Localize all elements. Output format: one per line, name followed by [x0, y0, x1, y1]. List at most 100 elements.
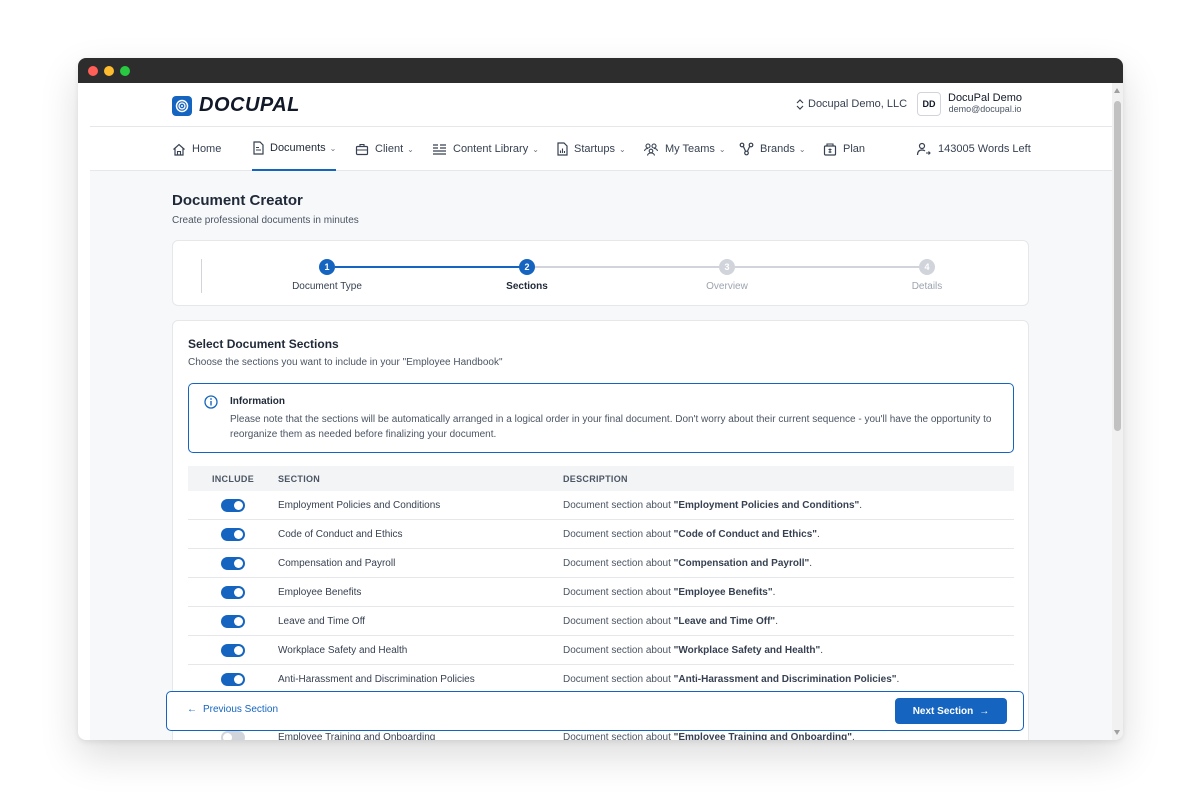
include-toggle[interactable] — [221, 527, 245, 541]
table-row: Employee Benefits Document section about … — [188, 578, 1014, 607]
include-toggle[interactable] — [221, 556, 245, 570]
section-name: Employee Training and Onboarding — [278, 731, 436, 741]
top-bar: DOCUPAL Docupal Demo, LLC DD DocuPal Dem… — [90, 83, 1112, 127]
user-name: DocuPal Demo — [948, 92, 1022, 104]
include-toggle[interactable] — [221, 614, 245, 628]
description-prefix: Document section about — [563, 528, 674, 540]
sections-subtitle: Choose the sections you want to include … — [188, 357, 503, 368]
nav-my-teams-label: My Teams — [665, 143, 715, 155]
nav-my-teams[interactable]: My Teams ⌄ — [643, 127, 726, 171]
close-window-button[interactable] — [88, 65, 98, 76]
section-name: Code of Conduct and Ethics — [278, 528, 403, 540]
organization-switcher[interactable]: Docupal Demo, LLC — [796, 98, 907, 110]
description-prefix: Document section about — [563, 557, 674, 569]
team-icon — [643, 142, 659, 156]
section-description: Document section about "Employee Trainin… — [563, 732, 1014, 741]
toggle-knob — [234, 674, 243, 684]
nav-startups-label: Startups — [574, 143, 615, 155]
stepper-divider — [201, 259, 202, 293]
section-name: Leave and Time Off — [278, 615, 366, 627]
section-name: Employment Policies and Conditions — [278, 499, 441, 511]
description-section-name: "Leave and Time Off" — [673, 615, 776, 627]
include-toggle[interactable] — [221, 643, 245, 657]
section-description: Document section about "Employment Polic… — [563, 499, 863, 511]
scrollbar-thumb[interactable] — [1114, 101, 1121, 431]
home-icon — [173, 143, 185, 156]
toggle-knob — [234, 645, 243, 655]
window-titlebar — [78, 58, 1123, 83]
toggle-knob — [234, 529, 243, 539]
step-1-label: Document Type — [292, 281, 362, 292]
logo[interactable]: DOCUPAL — [172, 94, 300, 117]
step-4-label: Details — [911, 281, 943, 292]
toggle-knob — [234, 500, 243, 510]
description-section-name: "Compensation and Payroll" — [673, 557, 810, 569]
nav-content-library[interactable]: Content Library ⌄ — [432, 127, 539, 171]
previous-section-button[interactable]: ← Previous Section — [187, 704, 278, 715]
include-toggle[interactable] — [221, 730, 245, 740]
information-text: Please note that the sections will be au… — [230, 414, 992, 440]
page-scrollbar[interactable] — [1112, 83, 1123, 740]
chevron-down-icon: ⌄ — [718, 144, 726, 154]
step-1-circle[interactable]: 1 — [319, 259, 335, 275]
step-connector-1 — [335, 266, 527, 268]
column-include: INCLUDE — [211, 473, 255, 484]
include-toggle[interactable] — [221, 672, 245, 686]
nav-brands-label: Brands — [760, 143, 795, 155]
user-info[interactable]: DocuPal Demo demo@docupal.io — [948, 92, 1022, 114]
table-row: Leave and Time Off Document section about… — [188, 607, 1014, 636]
chevron-down-icon: ⌄ — [329, 143, 337, 153]
scroll-down-icon[interactable] — [1114, 730, 1120, 735]
next-section-label: Next Section — [912, 705, 974, 717]
chevron-down-icon: ⌄ — [532, 144, 539, 154]
table-row: Code of Conduct and Ethics Document secti… — [188, 520, 1014, 549]
include-cell — [188, 527, 278, 541]
minimize-window-button[interactable] — [104, 65, 114, 76]
nav-client-label: Client — [375, 143, 404, 155]
include-toggle[interactable] — [221, 585, 245, 599]
nav-documents-label: Documents — [270, 142, 326, 154]
section-description: Document section about "Code of Conduct … — [563, 528, 820, 540]
step-2-circle[interactable]: 2 — [519, 259, 535, 275]
column-section: SECTION — [278, 473, 321, 484]
nav-documents[interactable]: Documents ⌄ — [252, 127, 337, 171]
file-chart-icon — [557, 142, 568, 156]
words-left-text: 143005 Words Left — [938, 143, 1031, 155]
plan-icon — [823, 143, 837, 156]
nav-startups[interactable]: Startups ⌄ — [556, 127, 626, 171]
nav-client[interactable]: Client ⌄ — [355, 127, 414, 171]
description-prefix: Document section about — [563, 673, 674, 685]
description-prefix: Document section about — [563, 615, 674, 627]
next-section-button[interactable]: Next Section → — [895, 698, 1007, 724]
section-description: Document section about "Employee Benefit… — [563, 586, 776, 598]
include-toggle[interactable] — [221, 498, 245, 512]
arrow-right-icon: → — [979, 705, 990, 717]
main-nav: Home Documents ⌄ Client ⌄ Content Librar… — [90, 127, 1112, 171]
progress-stepper: 1 Document Type 2 Sections 3 Overview 4 … — [172, 240, 1029, 306]
section-description: Document section about "Leave and Time O… — [563, 615, 778, 627]
description-section-name: "Code of Conduct and Ethics" — [673, 528, 817, 540]
user-email: demo@docupal.io — [948, 104, 1022, 114]
maximize-window-button[interactable] — [120, 65, 130, 76]
nav-content-library-label: Content Library — [453, 143, 529, 155]
nav-brands[interactable]: Brands ⌄ — [739, 127, 806, 171]
nav-plan[interactable]: Plan — [823, 127, 865, 171]
description-section-name: "Employment Policies and Conditions" — [673, 499, 860, 511]
section-name: Workplace Safety and Health — [278, 644, 408, 656]
arrow-left-icon: ← — [187, 704, 197, 715]
brand-icon — [739, 142, 754, 156]
nav-home[interactable]: Home — [172, 127, 221, 171]
chevron-down-icon: ⌄ — [407, 144, 414, 154]
step-connector-2 — [535, 266, 727, 268]
table-header: INCLUDE SECTION DESCRIPTION — [188, 466, 1014, 491]
page-title: Document Creator — [172, 192, 303, 209]
sort-arrows-icon — [796, 98, 804, 110]
words-left-counter: 143005 Words Left — [916, 127, 1031, 171]
scroll-up-icon[interactable] — [1114, 88, 1120, 93]
column-description: DESCRIPTION — [563, 473, 628, 484]
user-avatar[interactable]: DD — [917, 92, 941, 116]
description-section-name: "Employee Training and Onboarding" — [673, 731, 853, 741]
chevron-down-icon: ⌄ — [618, 144, 626, 154]
include-cell — [188, 498, 278, 512]
info-icon — [204, 395, 218, 409]
